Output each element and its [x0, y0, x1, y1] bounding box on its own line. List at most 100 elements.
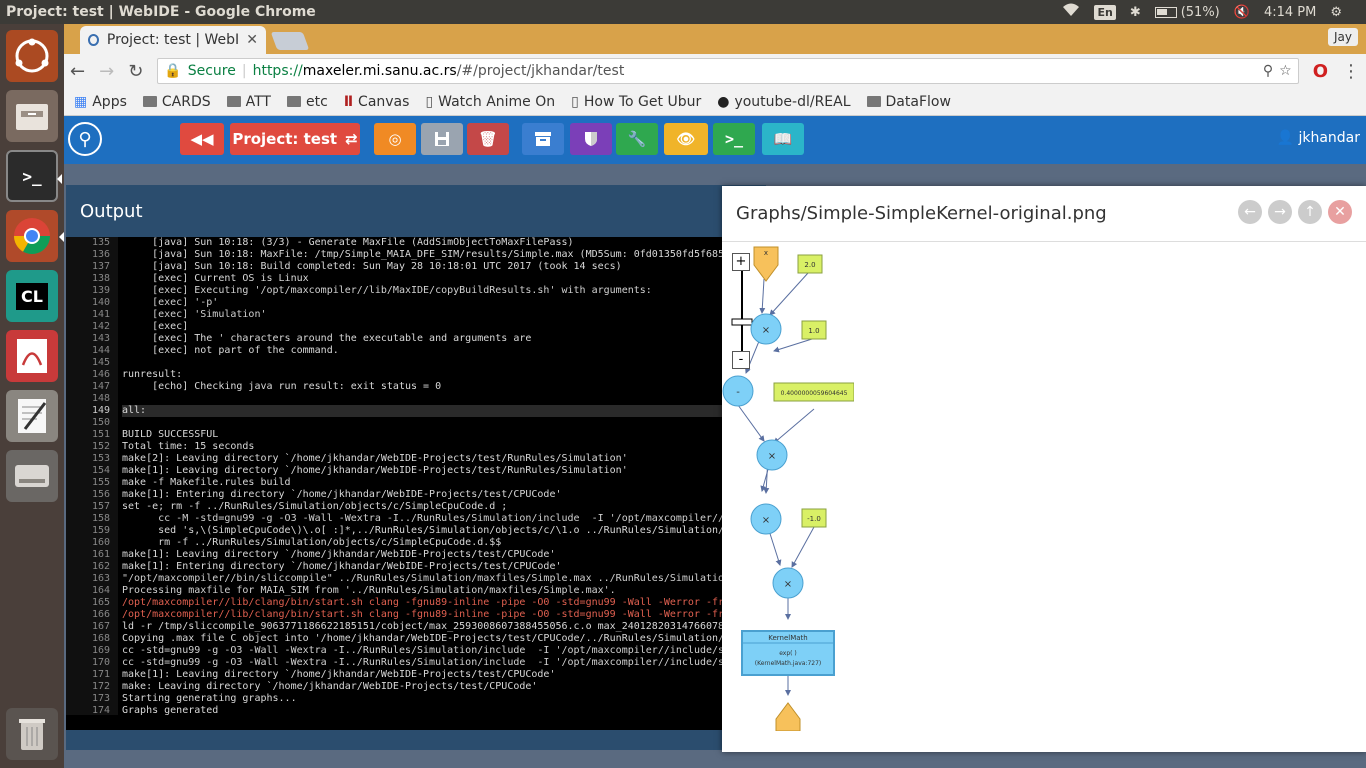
- browser-tab[interactable]: Project: test | WebIDE ✕: [80, 26, 266, 54]
- tab-strip: Project: test | WebIDE ✕ Jay: [64, 24, 1366, 54]
- bookmark-item[interactable]: ▯ How To Get Ubur: [571, 94, 701, 110]
- clock[interactable]: 4:14 PM: [1264, 5, 1316, 20]
- zoom-in-button[interactable]: +: [732, 253, 750, 271]
- multiply-node-4-label: ×: [784, 579, 792, 590]
- back-button[interactable]: ◀◀: [180, 123, 224, 155]
- user-menu[interactable]: 👤 jkhandar: [1277, 130, 1360, 146]
- bookmark-label: CARDS: [161, 93, 211, 110]
- kernel-math-source: (KernelMath.java:727): [755, 660, 822, 667]
- bluetooth-icon[interactable]: ✱: [1130, 5, 1141, 20]
- output-console[interactable]: 135 136 137 138 139 140 141 142 143 144 145 146 147 1…: [66, 237, 766, 715]
- bookmark-item[interactable]: ● youtube-dl/REAL: [717, 94, 850, 110]
- bookmark-item[interactable]: DataFlow: [866, 93, 951, 110]
- console-line: all:: [122, 405, 766, 417]
- ubuntu-dash-icon[interactable]: [6, 30, 58, 82]
- webide-page: ⚲ ◀◀ Project: test ⇄ ◎ 🗑 🔧 👁 >_ 📖 👤 jkha…: [64, 116, 1366, 768]
- bookmark-label: DataFlow: [885, 93, 951, 110]
- bookmark-item[interactable]: CARDS: [142, 93, 211, 110]
- console-line: "/opt/maxcompiler//bin/sliccompile" ../R…: [122, 573, 725, 584]
- text-editor-icon[interactable]: [6, 390, 58, 442]
- bookmark-star-icon[interactable]: ☆: [1279, 63, 1292, 79]
- bookmark-item[interactable]: ▦ Apps: [74, 94, 127, 110]
- zoom-out-button[interactable]: -: [732, 351, 750, 369]
- line-number: 168: [91, 633, 110, 644]
- wifi-icon[interactable]: [1062, 3, 1080, 21]
- url-scheme: https://: [252, 63, 303, 79]
- username: jkhandar: [1298, 130, 1360, 146]
- trash-icon[interactable]: [6, 708, 58, 760]
- line-number: 144: [91, 345, 110, 356]
- project-button[interactable]: Project: test ⇄: [230, 123, 360, 155]
- bookmark-item[interactable]: ▯ Watch Anime On: [425, 94, 555, 110]
- line-number: 148: [91, 393, 110, 404]
- bookmark-item[interactable]: Ⅱ Canvas: [344, 94, 410, 110]
- console-line: [exec] Current OS is Linux: [122, 273, 309, 284]
- dataflow-graph[interactable]: x 2.0 × 1.0 - 0.4000000059604645 × × -1.…: [722, 243, 855, 732]
- chrome-icon[interactable]: [6, 210, 64, 262]
- console-line: [exec] '-p': [122, 297, 219, 308]
- address-bar[interactable]: 🔒 Secure | https://maxeler.mi.sanu.ac.rs…: [157, 58, 1299, 84]
- pdf-viewer-icon[interactable]: [6, 330, 58, 382]
- bookmark-item[interactable]: ATT: [226, 94, 271, 110]
- console-line: [java] Sun 10:18: Build completed: Sun M…: [122, 261, 622, 272]
- profile-button[interactable]: Jay: [1328, 28, 1358, 46]
- folder-icon: [287, 96, 301, 107]
- tab-close-icon[interactable]: ✕: [246, 32, 258, 48]
- line-number: 149: [91, 405, 110, 416]
- page-info-icon[interactable]: ⚲: [1263, 63, 1273, 79]
- new-tab-button[interactable]: [270, 32, 310, 50]
- back-arrow-icon[interactable]: ←: [70, 61, 85, 82]
- forward-arrow-icon[interactable]: →: [99, 61, 114, 82]
- line-number: 169: [91, 645, 110, 656]
- view-button[interactable]: 👁: [664, 123, 708, 155]
- output-node[interactable]: [775, 702, 801, 732]
- webide-logo-icon[interactable]: ⚲: [68, 122, 102, 156]
- tab-favicon-icon: [88, 34, 99, 46]
- save-button[interactable]: [421, 123, 463, 155]
- output-title: Output: [80, 200, 143, 222]
- apps-grid-icon: ▦: [74, 93, 88, 110]
- bookmark-item[interactable]: etc: [287, 94, 328, 110]
- folder-icon: [866, 96, 881, 107]
- volume-icon[interactable]: 🔇: [1234, 5, 1250, 20]
- clion-icon[interactable]: CL: [6, 270, 58, 322]
- archive-button[interactable]: [522, 123, 564, 155]
- chrome-menu-icon[interactable]: ⋮: [1342, 61, 1360, 82]
- console-line: Graphs generated: [122, 705, 219, 715]
- prev-arrow-icon[interactable]: ←: [1238, 200, 1262, 224]
- up-arrow-icon[interactable]: ↑: [1298, 200, 1322, 224]
- battery-percent: (51%): [1180, 4, 1220, 20]
- power-gear-icon[interactable]: ⚙: [1330, 5, 1342, 20]
- shield-button[interactable]: [570, 123, 612, 155]
- close-icon[interactable]: ✕: [1328, 200, 1352, 224]
- build-target-button[interactable]: ◎: [374, 123, 416, 155]
- delete-button[interactable]: 🗑: [467, 123, 509, 155]
- line-number: 146: [91, 369, 110, 380]
- reload-icon[interactable]: ↻: [128, 61, 143, 82]
- console-line: Total time: 15 seconds: [122, 441, 255, 452]
- page-icon: ▯: [425, 93, 434, 110]
- line-number: 166: [91, 609, 110, 620]
- settings-wrench-button[interactable]: 🔧: [616, 123, 658, 155]
- line-number: 174: [91, 705, 110, 715]
- files-icon[interactable]: [6, 90, 58, 142]
- folder-icon: [142, 96, 157, 107]
- terminal-button[interactable]: >_: [713, 123, 755, 155]
- line-number: 150: [91, 417, 110, 428]
- next-arrow-icon[interactable]: →: [1268, 200, 1292, 224]
- docs-button[interactable]: 📖: [762, 123, 804, 155]
- folder-icon: [226, 96, 241, 107]
- console-line: make[2]: Leaving directory `/home/jkhand…: [122, 453, 628, 464]
- zoom-slider-handle[interactable]: [731, 318, 753, 326]
- output-header: Output: [66, 185, 766, 237]
- battery-indicator[interactable]: (51%): [1154, 4, 1220, 20]
- opera-extension-icon[interactable]: O: [1313, 61, 1328, 82]
- terminal-icon[interactable]: >_: [6, 150, 62, 202]
- keyboard-layout[interactable]: En: [1094, 4, 1116, 20]
- webide-navbar: ⚲ ◀◀ Project: test ⇄ ◎ 🗑 🔧 👁 >_ 📖 👤 jkha…: [64, 116, 1366, 164]
- disks-icon[interactable]: [6, 450, 58, 502]
- input-node-label: x: [764, 249, 768, 257]
- line-number: 160: [91, 537, 110, 548]
